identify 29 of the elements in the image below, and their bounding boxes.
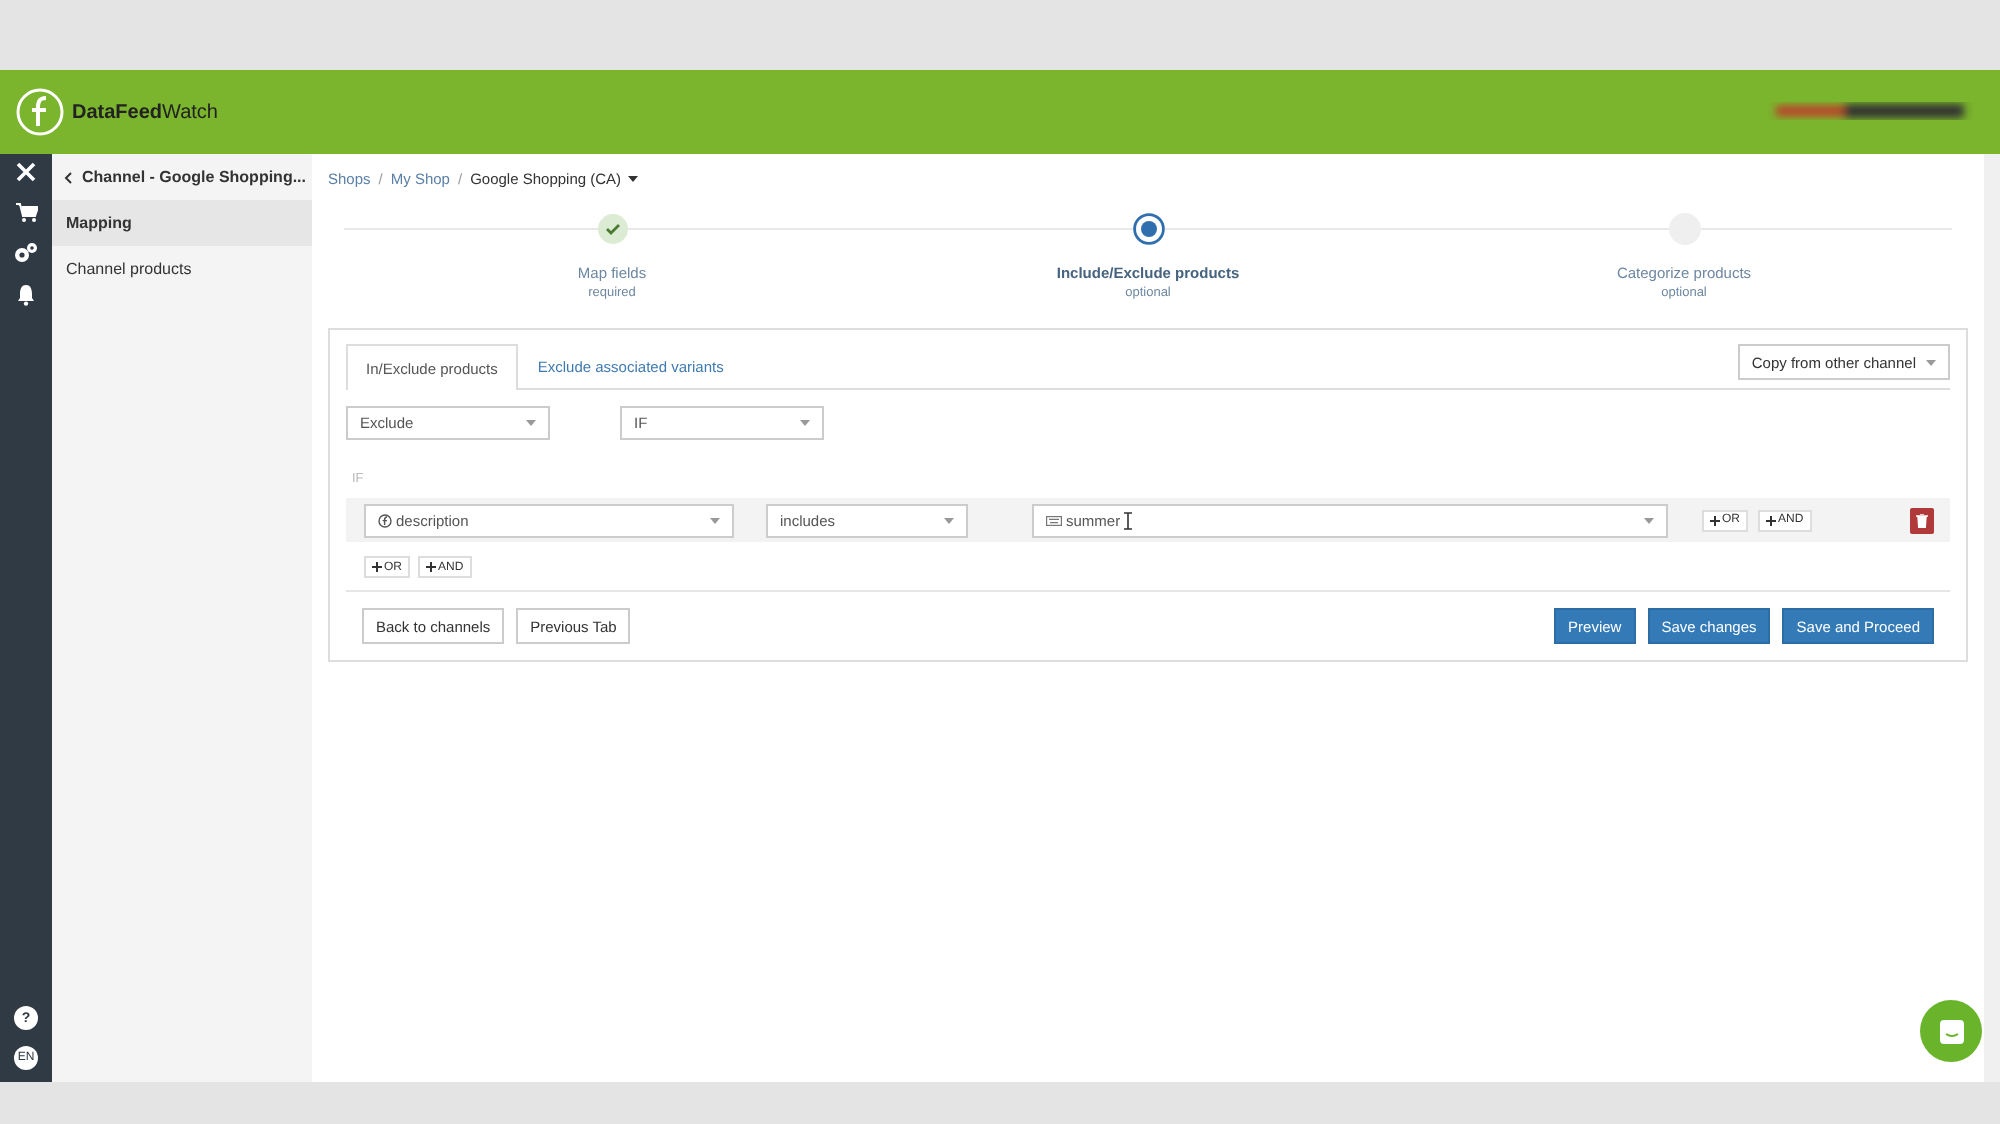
- logo-icon: [16, 88, 64, 136]
- settings-icon[interactable]: [14, 242, 38, 264]
- caret-icon: [710, 517, 720, 523]
- plus-icon: [1766, 515, 1776, 525]
- chat-icon: [1937, 1017, 1965, 1045]
- caret-icon: [526, 420, 536, 426]
- caret-icon: [1644, 517, 1654, 523]
- keyboard-icon: [1046, 515, 1062, 525]
- close-icon[interactable]: [16, 162, 36, 182]
- sidebar-title[interactable]: Channel - Google Shopping...: [82, 168, 306, 186]
- function-icon: [378, 513, 392, 527]
- plus-icon: [1710, 515, 1720, 525]
- chevron-left-icon[interactable]: [64, 171, 72, 183]
- text-cursor-icon: [1124, 511, 1132, 529]
- plus-icon: [372, 562, 382, 572]
- trash-icon: [1916, 513, 1928, 527]
- caret-icon: [800, 420, 810, 426]
- caret-icon: [944, 517, 954, 523]
- caret-icon: [1926, 359, 1936, 365]
- cart-icon[interactable]: [15, 202, 37, 222]
- sidebar-item[interactable]: Mapping: [52, 200, 312, 246]
- plus-icon: [426, 562, 436, 572]
- sidebar-item[interactable]: Channel products: [52, 246, 312, 292]
- delete-button[interactable]: [1910, 507, 1934, 533]
- caret-icon: [627, 175, 638, 181]
- bell-icon[interactable]: [16, 284, 36, 306]
- chat-button[interactable]: [1920, 1000, 1982, 1062]
- logo-text: DataFeedWatch: [72, 101, 218, 123]
- scrollbar[interactable]: [1984, 154, 2000, 1082]
